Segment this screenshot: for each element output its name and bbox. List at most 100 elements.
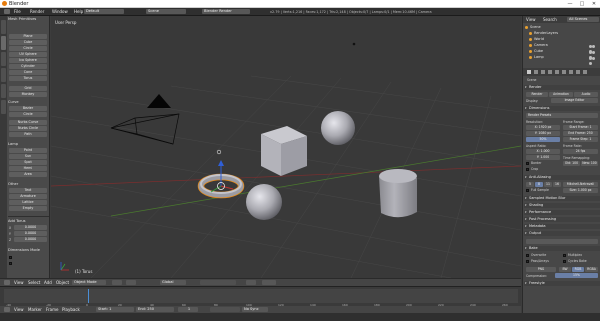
editor-type-icon[interactable]: [4, 307, 10, 312]
add-cylinder-button[interactable]: Cylinder: [9, 64, 47, 69]
create-panel-header[interactable]: Mesh Primitives: [8, 17, 48, 22]
outliner-item-scene[interactable]: Scene: [525, 25, 541, 29]
multiplex-checkbox[interactable]: [563, 254, 566, 257]
display-select[interactable]: Image Editor: [551, 98, 598, 103]
tab-relations[interactable]: [1, 52, 6, 66]
aa-samples-11[interactable]: 11: [544, 182, 552, 187]
render-engine-select[interactable]: Blender Render: [202, 9, 250, 14]
data-tab-icon[interactable]: [576, 70, 580, 74]
anti-aliasing-panel-header[interactable]: Anti-Aliasing: [524, 175, 600, 180]
crop-checkbox[interactable]: [526, 168, 529, 171]
outliner[interactable]: View Search All Scenes Scene RenderLayer…: [522, 16, 600, 68]
outliner-item-renderlayers[interactable]: RenderLayers: [529, 31, 558, 35]
layout-select[interactable]: Default: [84, 9, 124, 14]
time-new-field[interactable]: New: 100: [581, 161, 598, 166]
tab-tools[interactable]: [1, 20, 6, 34]
add-path-button[interactable]: Path: [9, 132, 47, 137]
add-armature-button[interactable]: Armature: [9, 194, 47, 199]
menu-window[interactable]: Window: [52, 9, 68, 14]
menu-add[interactable]: Add: [44, 280, 52, 285]
pivot-select[interactable]: [126, 280, 136, 285]
add-torus-button[interactable]: Torus: [9, 76, 47, 81]
end-frame-field[interactable]: End: 250: [136, 307, 174, 312]
freestyle-panel-header[interactable]: Freestyle: [524, 281, 600, 286]
constraints-tab-icon[interactable]: [562, 70, 566, 74]
file-format-select[interactable]: PNG: [526, 267, 556, 272]
time-old-field[interactable]: Old: 100: [563, 161, 580, 166]
menu-select[interactable]: Select: [28, 280, 40, 285]
layer-buttons[interactable]: [200, 280, 236, 285]
material-tab-icon[interactable]: [583, 70, 587, 74]
aa-samples-8[interactable]: 8: [535, 182, 543, 187]
menu-object[interactable]: Object: [56, 280, 69, 285]
add-point-lamp-button[interactable]: Point: [9, 148, 47, 153]
aa-samples-5[interactable]: 5: [526, 182, 534, 187]
tab-grease-pencil[interactable]: [1, 100, 6, 114]
tab-physics[interactable]: [1, 84, 6, 98]
render-layers-tab-icon[interactable]: [534, 70, 538, 74]
color-rgba-button[interactable]: RGBA: [585, 267, 598, 272]
mode-select[interactable]: Object Mode: [72, 280, 106, 285]
add-nurbs-circle-button[interactable]: Nurbs Circle: [9, 126, 47, 131]
performance-panel-header[interactable]: Performance: [524, 210, 600, 215]
tab-create[interactable]: [1, 36, 6, 50]
location-x-field[interactable]: 0.0000: [14, 225, 47, 230]
add-curve-circle-button[interactable]: Circle: [9, 112, 47, 117]
resolution-x-field[interactable]: X: 1920 px: [526, 125, 560, 130]
sphere-object[interactable]: [321, 111, 355, 145]
timeline[interactable]: -40 -20 0 20 40 60 80 100 120 140 160 18…: [0, 286, 521, 314]
menu-search[interactable]: Search: [543, 17, 557, 22]
camera-render-icon[interactable]: [588, 62, 592, 65]
cursor-icon[interactable]: [592, 45, 595, 48]
menu-render[interactable]: Render: [30, 9, 44, 14]
border-checkbox[interactable]: [526, 162, 529, 165]
outliner-item-world[interactable]: World: [529, 37, 544, 41]
cylinder-object[interactable]: [379, 169, 417, 218]
aspect-y-field[interactable]: Y: 1.000: [526, 155, 560, 160]
aspect-x-field[interactable]: X: 1.000: [526, 149, 560, 154]
bake-panel-header[interactable]: Bake: [524, 246, 600, 251]
scene-select[interactable]: Scene: [146, 9, 186, 14]
resolution-percent-slider[interactable]: 50%: [526, 137, 560, 142]
add-nurbs-curve-button[interactable]: Nurbs Curve: [9, 120, 47, 125]
menu-file[interactable]: File: [14, 9, 21, 14]
menu-marker[interactable]: Marker: [28, 307, 42, 312]
menu-playback[interactable]: Playback: [62, 307, 80, 312]
camera-object[interactable]: [110, 94, 180, 145]
orientation-select[interactable]: Global: [160, 280, 186, 285]
lamp-object[interactable]: [352, 42, 356, 46]
menu-view[interactable]: View: [14, 280, 24, 285]
render-panel-header[interactable]: Render: [524, 85, 600, 90]
sphere-object[interactable]: [246, 184, 282, 220]
output-path-field[interactable]: [526, 239, 598, 244]
end-frame-field[interactable]: End Frame: 250: [563, 131, 598, 136]
animation-button[interactable]: Animation: [549, 92, 573, 97]
playback-controls[interactable]: [210, 307, 240, 312]
location-y-field[interactable]: 0.0000: [14, 231, 47, 236]
frame-step-field[interactable]: Frame Step: 1: [563, 137, 598, 142]
add-spot-lamp-button[interactable]: Spot: [9, 160, 47, 165]
outliner-item-camera[interactable]: Camera: [529, 43, 548, 47]
audio-button[interactable]: Audio: [574, 92, 598, 97]
add-area-lamp-button[interactable]: Area: [9, 172, 47, 177]
aa-filter-select[interactable]: Mitchell-Netravali: [563, 182, 598, 187]
outliner-item-cube[interactable]: Cube: [529, 49, 543, 53]
tab-animation[interactable]: [1, 68, 6, 82]
cycles-bake-checkbox[interactable]: [563, 260, 566, 263]
outliner-item-lamp[interactable]: Lamp: [529, 55, 544, 59]
maximize-button[interactable]: □: [576, 0, 588, 8]
close-button[interactable]: ✕: [588, 0, 600, 8]
resolution-y-field[interactable]: Y: 1080 px: [526, 131, 560, 136]
output-panel-header[interactable]: Output: [524, 231, 600, 236]
current-frame-field[interactable]: 1: [178, 307, 198, 312]
cube-object[interactable]: [261, 126, 307, 176]
properties-editor[interactable]: Scene Render Render Animation Audio Disp…: [522, 68, 600, 313]
world-tab-icon[interactable]: [548, 70, 552, 74]
add-circle-button[interactable]: Circle: [9, 46, 47, 51]
cursor-icon[interactable]: [592, 57, 595, 60]
visibility-toggles[interactable]: [588, 50, 598, 59]
minimize-button[interactable]: —: [564, 0, 576, 8]
visibility-toggles[interactable]: [588, 44, 598, 53]
pass-arrays-checkbox[interactable]: [526, 260, 529, 263]
metadata-panel-header[interactable]: Metadata: [524, 224, 600, 229]
